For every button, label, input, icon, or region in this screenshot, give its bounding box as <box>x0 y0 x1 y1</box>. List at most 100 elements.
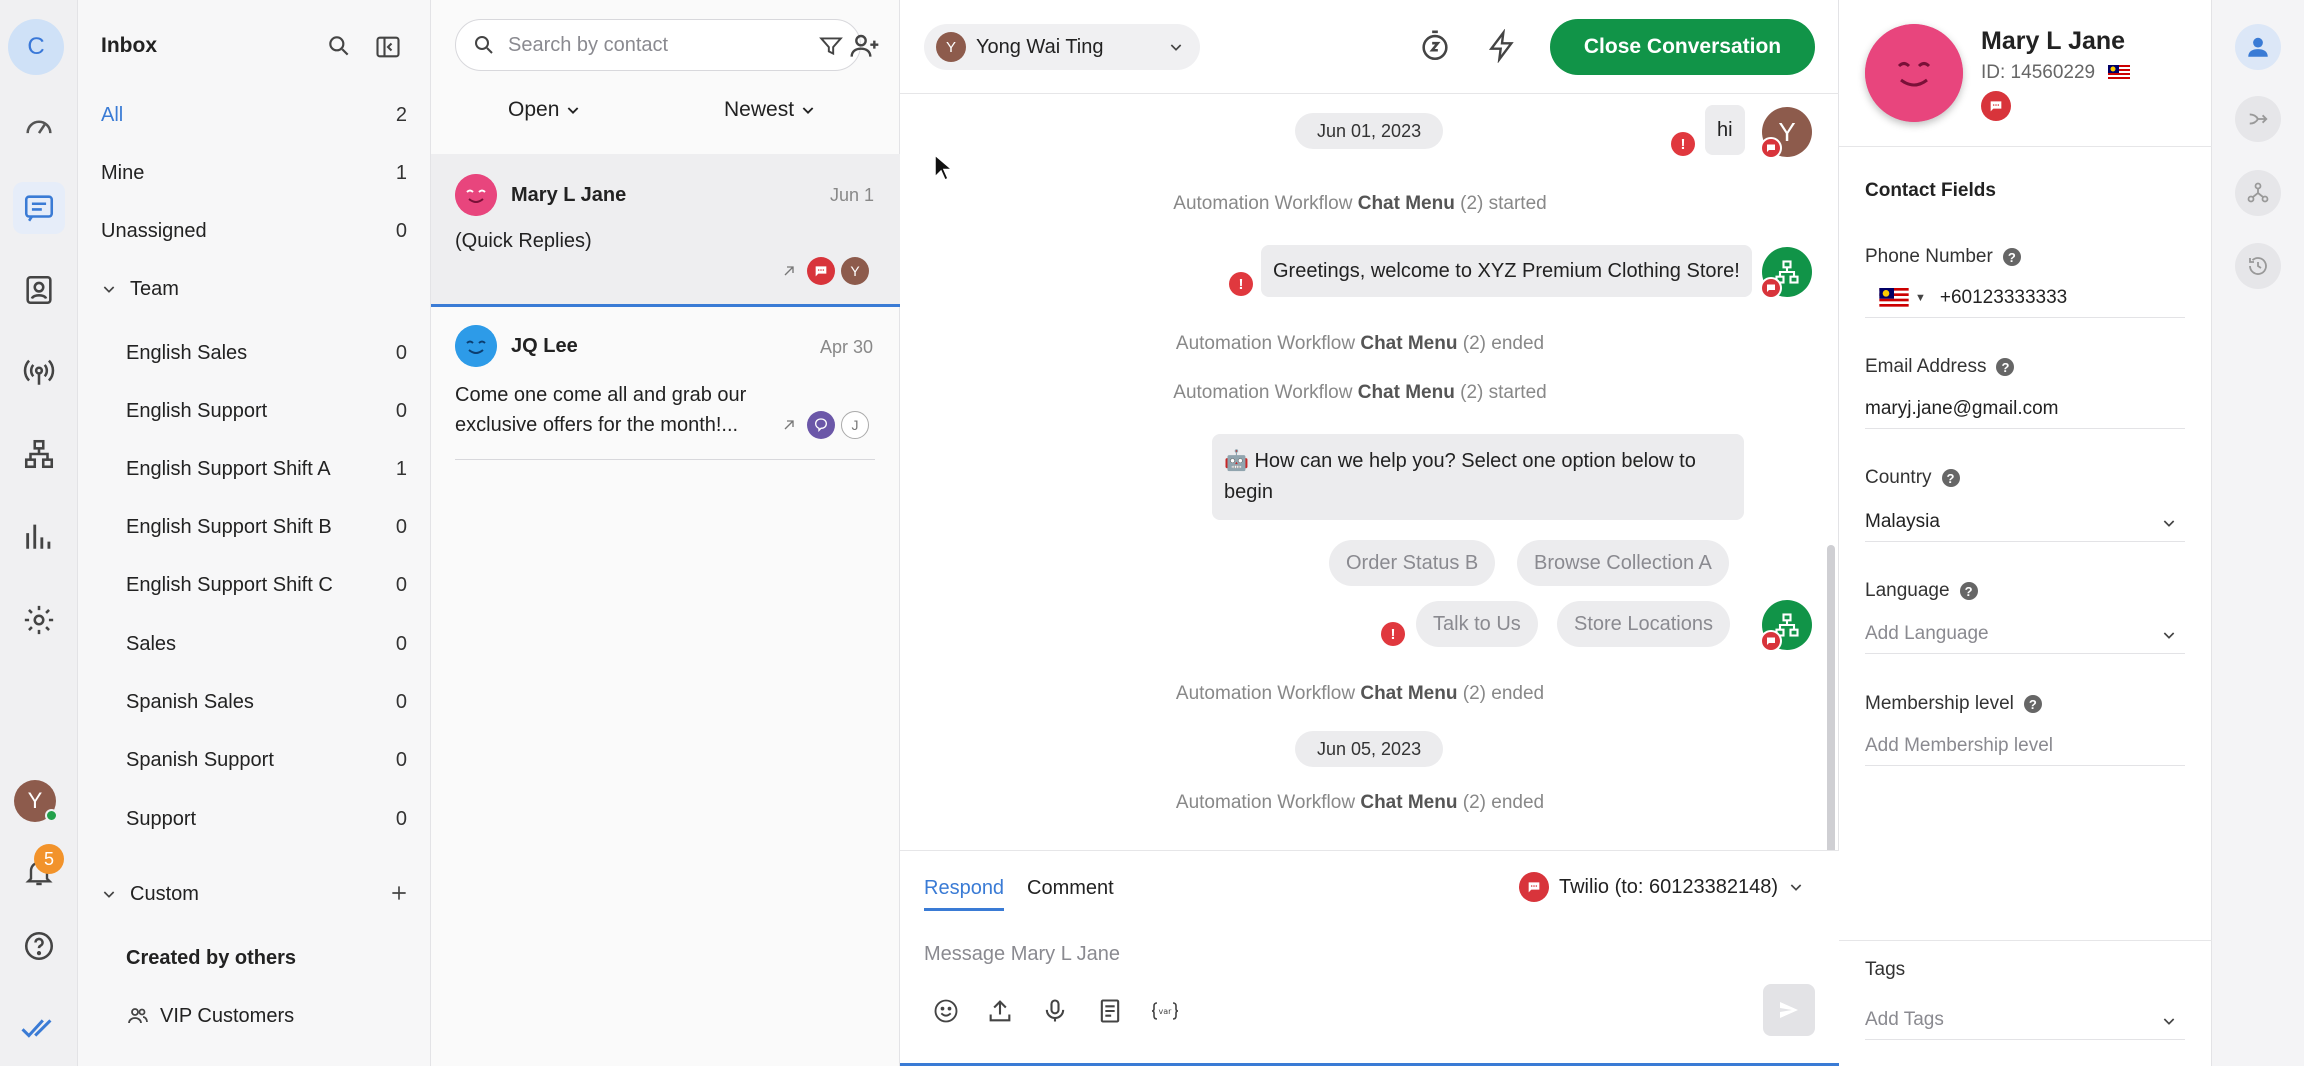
filter-icon[interactable] <box>818 33 844 59</box>
team-item-count: 0 <box>395 690 407 713</box>
email-field[interactable]: maryj.jane@gmail.com <box>1865 389 2185 429</box>
inbox-item-unassigned[interactable]: Unassigned 0 <box>78 211 431 251</box>
team-item[interactable]: Support 0 <box>78 799 431 839</box>
message-scrollbar[interactable] <box>1827 545 1835 850</box>
contact-avatar-large[interactable] <box>1865 24 1963 122</box>
history-icon[interactable] <box>2235 243 2281 289</box>
variable-icon[interactable]: var <box>1150 997 1180 1025</box>
double-check-logo-icon <box>13 1002 65 1054</box>
help-icon[interactable]: ? <box>1941 469 1960 487</box>
divider <box>1839 940 2212 941</box>
search-icon <box>472 33 496 57</box>
team-item[interactable]: Sales 0 <box>78 624 431 664</box>
integration-hub-icon[interactable] <box>2235 170 2281 216</box>
user-avatar[interactable]: Y <box>14 780 58 822</box>
workflows-icon[interactable] <box>13 428 65 480</box>
custom-group-toggle[interactable]: Custom <box>78 874 431 914</box>
emoji-icon[interactable] <box>932 997 960 1025</box>
contact-profile-icon[interactable] <box>2235 24 2281 70</box>
send-button[interactable] <box>1763 984 1815 1036</box>
close-conversation-button[interactable]: Close Conversation <box>1550 19 1815 75</box>
add-custom-inbox-icon[interactable] <box>389 883 409 903</box>
team-item-count: 0 <box>395 632 407 655</box>
contacts-icon[interactable] <box>13 264 65 316</box>
team-item[interactable]: Spanish Support 0 <box>78 740 431 780</box>
system-event: Automation Workflow Chat Menu (2) ended <box>1175 683 1545 704</box>
email-label: Email Address? <box>1865 356 2015 378</box>
conversation-item[interactable]: JQ Lee Apr 30 Come one come all and grab… <box>455 310 875 460</box>
team-item[interactable]: English Support Shift B 0 <box>78 507 431 547</box>
broadcast-icon[interactable] <box>13 346 65 398</box>
conversation-preview: Come one come all and grab our exclusive … <box>455 384 747 436</box>
language-select[interactable]: Add Language <box>1865 614 2185 654</box>
malaysia-flag-icon <box>1879 287 1909 308</box>
main-nav-rail: C Y 5 <box>0 0 78 1066</box>
system-event: Automation Workflow Chat Menu (2) starte… <box>1173 382 1547 403</box>
settings-icon[interactable] <box>13 594 65 646</box>
merge-arrow-icon[interactable] <box>2235 96 2281 142</box>
error-icon[interactable]: ! <box>1671 132 1695 156</box>
reports-icon[interactable] <box>13 510 65 562</box>
phone-field[interactable]: ▼ +60123333333 <box>1865 278 2185 318</box>
country-code-caret-icon[interactable]: ▼ <box>1915 292 1926 304</box>
collapse-panel-icon[interactable] <box>374 33 402 61</box>
chevron-down-icon <box>800 102 816 118</box>
conversation-item[interactable]: Mary L Jane Jun 1 (Quick Replies) Y <box>431 154 900 307</box>
error-icon[interactable]: ! <box>1381 622 1405 646</box>
chat-panel: Y Yong Wai Ting Close Conversation Jun 0… <box>900 0 1839 1066</box>
channel-selector[interactable]: Twilio (to: 60123382148) <box>1519 872 1804 902</box>
team-item[interactable]: English Support Shift A 1 <box>78 449 431 489</box>
team-group-toggle[interactable]: Team <box>78 269 431 309</box>
assignee-dropdown[interactable]: Y Yong Wai Ting <box>924 24 1200 70</box>
upload-icon[interactable] <box>986 997 1014 1025</box>
help-icon[interactable]: ? <box>1996 358 2015 376</box>
sms-channel-icon <box>1519 872 1549 902</box>
sort-dropdown[interactable]: Newest <box>724 98 816 122</box>
error-icon[interactable]: ! <box>1229 272 1253 296</box>
online-status-dot <box>45 809 58 822</box>
team-item[interactable]: Spanish Sales 0 <box>78 682 431 722</box>
team-item-label: English Support Shift B <box>126 515 332 538</box>
chevron-down-icon <box>1788 879 1804 895</box>
add-contact-icon[interactable] <box>849 30 881 62</box>
team-item[interactable]: English Sales 0 <box>78 333 431 373</box>
inbox-nav-icon[interactable] <box>13 182 65 234</box>
status-filter-dropdown[interactable]: Open <box>508 98 581 122</box>
inbox-item-label: Unassigned <box>101 219 207 242</box>
tab-comment[interactable]: Comment <box>1027 877 1114 900</box>
inbox-item-all[interactable]: All 2 <box>78 95 431 135</box>
quick-reply-option: Talk to Us <box>1416 601 1538 647</box>
membership-field[interactable]: Add Membership level <box>1865 726 2185 766</box>
search-icon[interactable] <box>326 33 352 59</box>
org-avatar[interactable]: C <box>8 19 64 75</box>
help-icon[interactable]: ? <box>1959 582 1978 600</box>
tags-select[interactable]: Add Tags <box>1865 1000 2185 1040</box>
contact-avatar <box>455 174 497 216</box>
country-select[interactable]: Malaysia <box>1865 502 2185 542</box>
message-input[interactable] <box>924 943 1804 979</box>
sms-channel-icon <box>1760 137 1782 159</box>
custom-item-vip[interactable]: VIP Customers <box>78 996 431 1036</box>
lightning-icon[interactable] <box>1486 29 1518 63</box>
search-input[interactable] <box>508 32 778 58</box>
inbox-item-count: 0 <box>395 219 407 242</box>
team-item[interactable]: English Support Shift C 0 <box>78 565 431 605</box>
incoming-message: hi <box>1705 105 1745 155</box>
conversation-date: Jun 1 <box>829 185 874 205</box>
snooze-timer-icon[interactable] <box>1418 29 1452 63</box>
template-icon[interactable] <box>1096 997 1124 1025</box>
chevron-down-icon <box>565 102 581 118</box>
custom-group-label: Custom <box>130 882 199 905</box>
tab-respond[interactable]: Respond <box>924 877 1005 911</box>
divider <box>1839 146 2212 147</box>
help-icon[interactable]: ? <box>2023 695 2042 713</box>
dashboard-icon[interactable] <box>13 100 65 152</box>
microphone-icon[interactable] <box>1041 997 1069 1025</box>
inbox-item-mine[interactable]: Mine 1 <box>78 153 431 193</box>
help-icon[interactable] <box>13 920 65 972</box>
help-icon[interactable]: ? <box>2002 248 2021 266</box>
team-item[interactable]: English Support 0 <box>78 391 431 431</box>
team-item-label: English Sales <box>126 341 248 364</box>
sms-channel-icon <box>1760 630 1782 652</box>
mouse-cursor-icon <box>934 154 954 182</box>
